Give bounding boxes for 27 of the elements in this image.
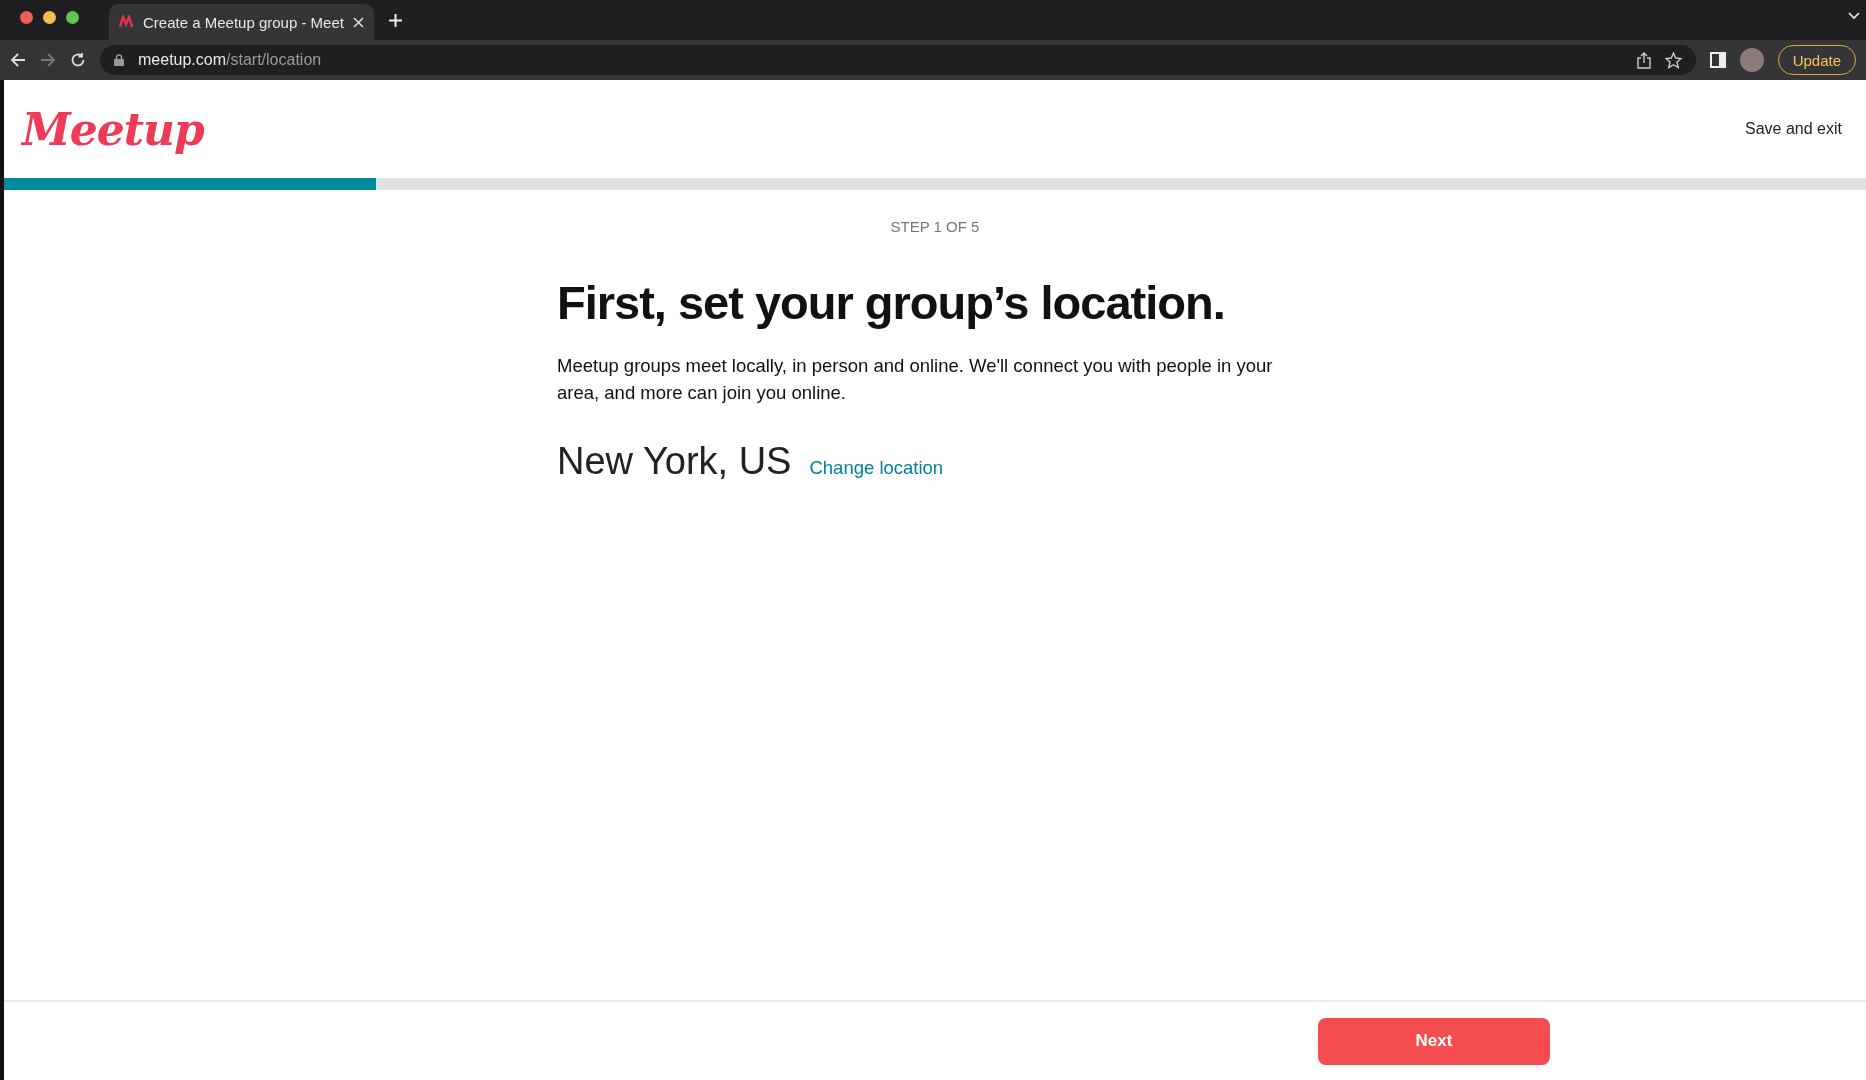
star-icon[interactable] (1664, 51, 1682, 69)
save-and-exit-link[interactable]: Save and exit (1745, 120, 1842, 138)
next-button[interactable]: Next (1318, 1017, 1550, 1065)
lock-icon (114, 54, 124, 66)
step-indicator: STEP 1 OF 5 (889, 218, 981, 235)
meetup-logo[interactable]: Meetup (22, 103, 204, 155)
address-bar[interactable]: meetup.com/start/location (100, 45, 1696, 75)
close-window-icon[interactable] (20, 10, 33, 24)
change-location-link[interactable]: Change location (809, 457, 944, 479)
page-heading: First, set your group’s location. (557, 275, 1226, 330)
side-panel-icon[interactable] (1709, 52, 1726, 68)
minimize-window-icon[interactable] (43, 10, 56, 24)
avatar-icon[interactable] (1739, 48, 1764, 72)
back-arrow-icon[interactable] (10, 52, 26, 68)
description-text: Meetup groups meet locally, in person and online. We'll connect you with people in your area, and more can join you online. (557, 354, 1274, 405)
new-tab-icon[interactable] (388, 12, 403, 28)
forward-arrow-icon[interactable] (40, 52, 56, 68)
close-icon[interactable] (353, 16, 364, 28)
tab-title: Create a Meetup group - Meet (143, 13, 345, 31)
logo-icon (119, 15, 135, 29)
share-icon[interactable] (1636, 51, 1651, 69)
reload-icon[interactable] (70, 52, 86, 68)
url-text: meetup.com/start/location (138, 51, 323, 69)
maximize-window-icon[interactable] (66, 10, 79, 24)
browser-tab[interactable]: Create a Meetup group - Meet (109, 4, 374, 40)
location-text: New York, US (557, 440, 792, 483)
chevron-down-icon[interactable] (1848, 12, 1860, 20)
